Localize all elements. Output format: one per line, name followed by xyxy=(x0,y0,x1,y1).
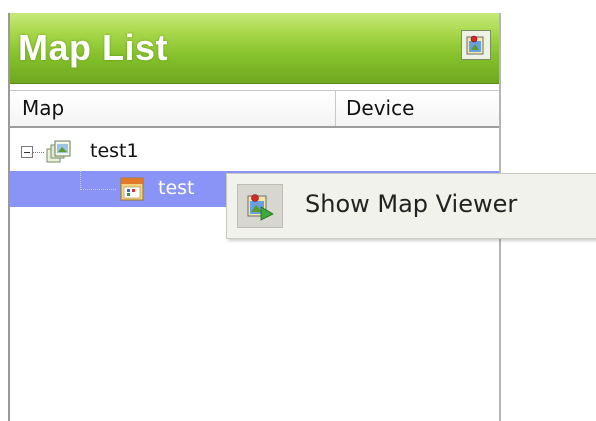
map-group-icon xyxy=(46,140,71,163)
show-map-viewer-icon xyxy=(237,184,283,228)
context-menu: Show Map Viewer xyxy=(226,173,596,239)
map-viewer-play-icon xyxy=(247,194,274,221)
tree-connector xyxy=(33,152,44,153)
tree-connector xyxy=(80,171,116,190)
column-header-device[interactable]: Device xyxy=(335,91,497,126)
tree-node-test1[interactable]: test1 xyxy=(10,134,499,170)
map-viewer-icon xyxy=(466,35,484,55)
column-header-map[interactable]: Map xyxy=(10,91,335,126)
map-viewer-button[interactable] xyxy=(461,30,491,60)
map-calendar-icon xyxy=(120,177,144,201)
panel-title-bar: Map List xyxy=(10,13,499,84)
menu-item-label: Show Map Viewer xyxy=(305,190,518,218)
column-header: Map Device xyxy=(10,90,499,128)
tree-node-label: test xyxy=(158,177,195,199)
panel-title: Map List xyxy=(18,27,169,68)
tree-node-label: test1 xyxy=(90,140,139,162)
collapse-toggle-icon[interactable] xyxy=(21,146,33,158)
